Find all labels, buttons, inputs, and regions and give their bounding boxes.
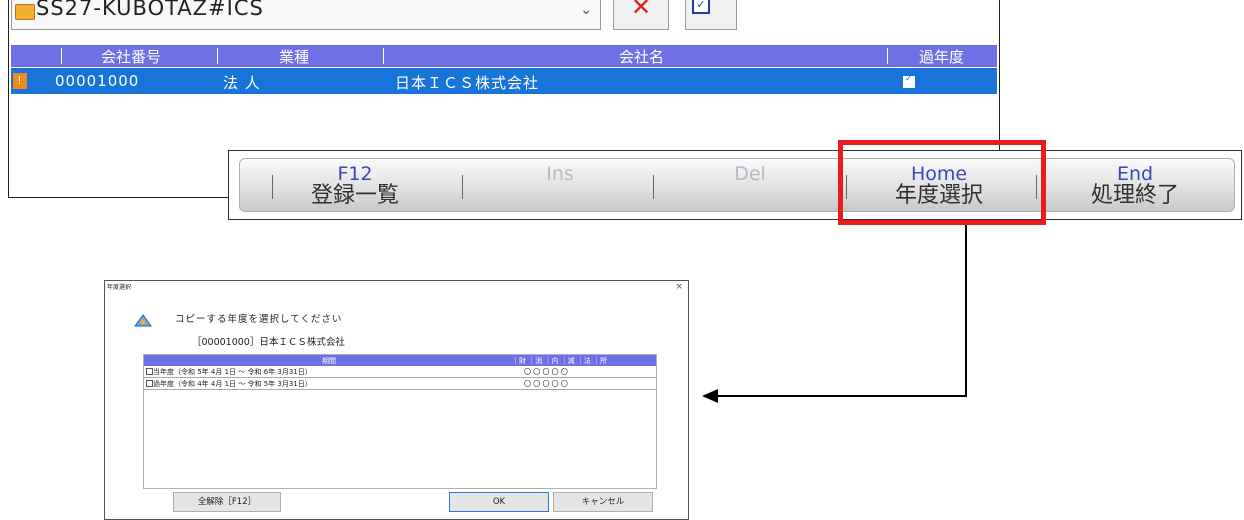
function-key-bar: F12 登録一覧 Ins Del Home 年度選択 End 処理終了 [228,150,1242,220]
key-separator [462,175,463,199]
database-name: SS27-KUBOTAZ#ICS [36,0,264,20]
fkey-f12-button[interactable]: F12 登録一覧 [280,159,430,211]
year-grid: 期間 ｜財 ｜消 ｜内 ｜減 ｜法 ｜所 当年度（令和 5年 4月 1日 ～ 令… [143,354,657,489]
info-icon [134,314,152,327]
clear-all-button[interactable]: 全解除［F12］ [173,492,281,512]
dialog-title: 年度選択 [107,284,132,291]
ledger-marks: 〇 〇 〇 〇 〇 [524,380,568,388]
fkey-ins-button[interactable]: Ins [470,159,650,211]
column-header-company: 会社名 [619,48,665,66]
year-select-dialog: 年度選択 × コピーする年度を選択してください ［00001000］日本ＩＣＳ株… [104,280,689,520]
fkey-key: End [1116,163,1154,185]
column-header-industry: 業種 [279,48,310,66]
function-key-strip: F12 登録一覧 Ins Del Home 年度選択 End 処理終了 [239,158,1235,212]
fkey-key: Del [734,163,766,185]
list-item[interactable]: 当年度（令和 5年 4月 1日 ～ 令和 6年 3月31日） 〇 〇 〇 〇 〇 [144,366,656,378]
check-button[interactable]: ✓ [685,0,737,30]
company-name: 日本ＩＣＳ株式会社 [395,74,540,92]
year-checkbox[interactable] [146,368,153,375]
period-header: 期間 [322,357,336,365]
close-icon: ✕ [630,0,652,21]
fkey-end-button[interactable]: End 処理終了 [1050,159,1220,211]
chevron-down-icon[interactable]: ⌄ [580,2,592,18]
connector-line [716,395,967,397]
highlight-box [838,140,1046,225]
company-code: 00001000 [55,72,140,90]
past-year-checkbox[interactable] [903,74,915,88]
company-grid-header: 会社番号 業種 会社名 過年度 [11,45,997,67]
close-icon[interactable]: × [675,282,683,292]
column-header-code: 会社番号 [101,48,162,66]
warning-icon: ! [13,73,27,89]
column-header-past-year: 過年度 [919,48,965,66]
ok-button[interactable]: OK [449,492,549,512]
key-separator [272,175,273,199]
fkey-del-button[interactable]: Del [660,159,840,211]
column-separator [383,48,384,64]
column-separator [217,48,218,64]
arrow-left-icon [702,389,718,403]
company-industry: 法 人 [223,74,261,92]
connector-line [965,225,967,397]
ledger-marks: 〇 〇 〇 〇 〇 [524,368,568,376]
year-label: 過年度（令和 4年 4月 1日 ～ 令和 5年 3月31日） [153,380,312,388]
fkey-label: 処理終了 [1090,183,1179,208]
year-label: 当年度（令和 5年 4月 1日 ～ 令和 6年 3月31日） [153,368,312,376]
fkey-key: Ins [546,163,574,185]
checkbox-icon: ✓ [692,0,710,14]
dialog-company: ［00001000］日本ＩＣＳ株式会社 [192,337,345,348]
delete-button[interactable]: ✕ [613,0,669,30]
key-separator [653,175,654,199]
dialog-message: コピーする年度を選択してください [175,314,343,325]
toolbar: SS27-KUBOTAZ#ICS ⌄ ✕ ✓ [9,0,999,38]
list-item[interactable]: 過年度（令和 4年 4月 1日 ～ 令和 5年 3月31日） 〇 〇 〇 〇 〇 [144,378,656,390]
database-combo[interactable]: SS27-KUBOTAZ#ICS ⌄ [11,0,601,30]
column-separator [887,48,888,64]
fkey-label: 登録一覧 [310,183,399,208]
cancel-button[interactable]: キャンセル [553,492,653,512]
ledger-columns-header: ｜財 ｜消 ｜内 ｜減 ｜法 ｜所 [512,357,608,365]
column-separator [61,48,62,64]
year-grid-header: 期間 ｜財 ｜消 ｜内 ｜減 ｜法 ｜所 [144,355,656,366]
year-checkbox[interactable] [146,380,153,387]
database-icon [15,4,35,20]
table-row[interactable]: ! 00001000 法 人 日本ＩＣＳ株式会社 [11,68,997,94]
fkey-key: F12 [337,163,373,185]
